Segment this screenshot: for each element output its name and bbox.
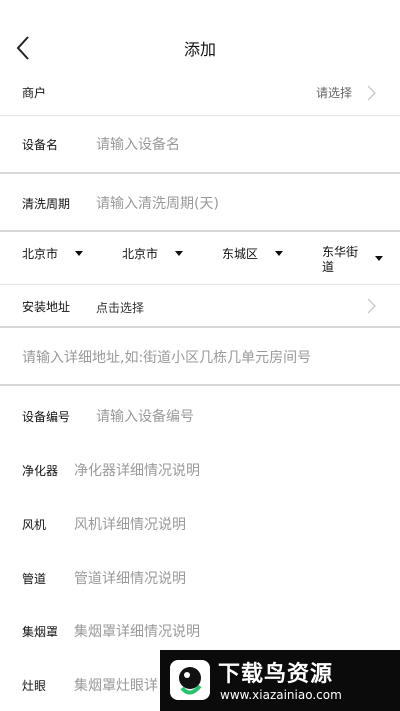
device-name-row: 设备名 请输入设备名 (0, 116, 400, 171)
watermark-url: www.xiazainiao.com (220, 688, 342, 702)
device-name-input[interactable]: 请输入设备名 (96, 134, 180, 154)
install-address-select[interactable]: 点击选择 (96, 299, 144, 316)
hood-input[interactable]: 集烟罩详细情况说明 (74, 621, 200, 641)
fan-row: 风机 风机详细情况说明 (0, 498, 400, 550)
fan-label: 风机 (22, 518, 47, 532)
pipe-label: 管道 (22, 572, 47, 586)
purifier-input[interactable]: 净化器详细情况说明 (74, 460, 200, 480)
device-number-label: 设备编号 (22, 410, 71, 424)
watermark: 下载鸟资源 www.xiazainiao.com (160, 650, 400, 711)
purifier-row: 净化器 净化器详细情况说明 (0, 444, 400, 496)
province-select[interactable]: 北京市 (22, 245, 58, 262)
region-row: 北京市 北京市 东城区 东华街道 (0, 232, 400, 284)
hood-label: 集烟罩 (22, 625, 59, 639)
install-address-label: 安装地址 (22, 300, 71, 314)
fan-input[interactable]: 风机详细情况说明 (74, 514, 186, 534)
cleaning-period-input[interactable]: 请输入清洗周期(天) (96, 193, 219, 213)
cleaning-period-label: 清洗周期 (22, 197, 71, 211)
pipe-row: 管道 管道详细情况说明 (0, 552, 400, 604)
pipe-input[interactable]: 管道详细情况说明 (74, 568, 186, 588)
merchant-select[interactable]: 请选择 (316, 84, 352, 101)
device-number-input[interactable]: 请输入设备编号 (96, 406, 194, 426)
bird-logo-icon (170, 660, 210, 700)
stove-label: 灶眼 (22, 679, 47, 693)
device-name-label: 设备名 (22, 138, 59, 152)
address-detail-row: 请输入详细地址,如:街道小区几栋几单元房间号 (0, 328, 400, 384)
page-title: 添加 (183, 40, 216, 59)
chevron-right-icon (367, 85, 376, 101)
district-select[interactable]: 东城区 (222, 245, 258, 262)
chevron-right-icon (367, 298, 376, 314)
merchant-label: 商户 (22, 86, 47, 100)
caret-down-icon (375, 256, 383, 261)
street-select[interactable]: 东华街道 (322, 245, 362, 275)
stove-input[interactable]: 集烟罩灶眼详 (74, 675, 158, 695)
caret-down-icon (275, 251, 283, 256)
merchant-row[interactable]: 商户 请选择 (0, 70, 400, 115)
address-detail-input[interactable]: 请输入详细地址,如:街道小区几栋几单元房间号 (22, 347, 311, 367)
install-address-row[interactable]: 安装地址 点击选择 (0, 285, 400, 327)
city-select[interactable]: 北京市 (122, 245, 158, 262)
cleaning-period-row: 清洗周期 请输入清洗周期(天) (0, 174, 400, 229)
caret-down-icon (175, 251, 183, 256)
device-number-row: 设备编号 请输入设备编号 (0, 386, 400, 442)
watermark-brand: 下载鸟资源 (218, 662, 334, 687)
caret-down-icon (75, 251, 83, 256)
purifier-label: 净化器 (22, 464, 59, 478)
